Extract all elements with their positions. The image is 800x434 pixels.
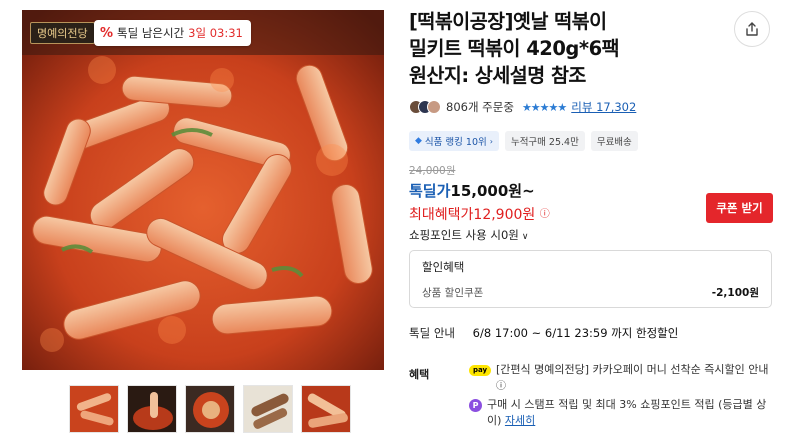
info-icon[interactable]: ⓘ — [496, 381, 506, 392]
thumbnail-3[interactable] — [185, 385, 235, 433]
hall-of-fame-badge: 명예의전당 — [30, 22, 95, 44]
product-tags: ◆ 식품 랭킹 10위 › 누적구매 25.4만 무료배송 — [409, 131, 638, 151]
get-coupon-button[interactable]: 쿠폰 받기 — [706, 193, 773, 223]
thumbnail-4[interactable] — [243, 385, 293, 433]
deal-price-label: 톡딜가 — [409, 182, 451, 200]
details-link[interactable]: 자세히 — [505, 414, 535, 427]
original-price: 24,000원 — [409, 165, 456, 177]
chevron-down-icon: ∨ — [521, 232, 529, 242]
free-shipping-tag: 무료배송 — [590, 131, 638, 151]
product-info-panel: [떡볶이공장]옛날 떡볶이 밀키트 떡볶이 420g*6팩 원산지: 상세설명 … — [409, 8, 779, 427]
thumbnail-1[interactable] — [69, 385, 119, 433]
rating-stars: ★★★★★ — [521, 100, 567, 114]
share-icon — [746, 22, 758, 36]
benefits-list: pay [간편식 명예의전당] 카카오페이 머니 선착순 즉시할인 안내 ⓘ P… — [469, 362, 774, 431]
points-usage-toggle[interactable]: 쇼핑포인트 사용 시0원 ∨ — [409, 227, 528, 243]
thumbnail-2[interactable] — [127, 385, 177, 433]
points-icon: P — [469, 399, 482, 412]
coupon-discount-label: 상품 할인쿠폰 — [422, 287, 484, 299]
timer-label: 톡딜 남은시간 — [117, 26, 185, 40]
food-ranking-tag[interactable]: ◆ 식품 랭킹 10위 › — [409, 131, 499, 151]
thumbnail-5[interactable] — [301, 385, 351, 433]
deal-notice-label: 톡딜 안내 — [409, 326, 455, 340]
buyer-avatars — [409, 100, 441, 114]
review-link[interactable]: 리뷰 17,302 — [571, 99, 636, 115]
max-benefit-label: 최대혜택가 — [409, 207, 474, 223]
share-button[interactable] — [734, 11, 770, 47]
avatar — [427, 100, 441, 114]
max-benefit-value: 12,900원 — [473, 207, 536, 223]
max-benefit-price: 최대혜택가12,900원 ⓘ — [409, 204, 550, 224]
coupon-discount-amount: -2,100원 — [711, 287, 759, 299]
deal-notice-row: 톡딜 안내 6/8 17:00 ~ 6/11 23:59 까지 한정할인 — [409, 325, 678, 341]
cumulative-purchase-tag: 누적구매 25.4만 — [504, 131, 585, 151]
deal-timer-badge: % 톡딜 남은시간 3일 03:31 — [94, 20, 251, 46]
timer-value: 3일 03:31 — [188, 26, 243, 40]
deal-price: 톡딜가15,000원~ — [409, 180, 535, 201]
benefits-label: 혜택 — [409, 368, 430, 381]
review-row: 806개 주문중 ★★★★★ 리뷰 17,302 — [409, 99, 636, 115]
thumbnail-strip — [69, 385, 351, 433]
deal-price-value: 15,000원~ — [450, 182, 535, 200]
benefit-text: [간편식 명예의전당] 카카오페이 머니 선착순 즉시할인 안내 ⓘ — [496, 363, 769, 392]
discount-heading: 할인혜택 — [422, 260, 465, 274]
food-ranking-label: 식품 랭킹 10위 — [424, 137, 487, 148]
chevron-right-icon: › — [489, 136, 493, 146]
benefit-item-points: P 구매 시 스탬프 적립 및 최대 3% 쇼핑포인트 적립 (등급별 상이) … — [469, 397, 774, 429]
order-count: 806개 주문중 — [446, 100, 514, 114]
coupon-discount-row: 상품 할인쿠폰 -2,100원 — [422, 285, 759, 300]
product-title: [떡볶이공장]옛날 떡볶이 밀키트 떡볶이 420g*6팩 원산지: 상세설명 … — [409, 10, 620, 87]
ranking-icon: ◆ — [415, 136, 422, 146]
benefit-text: 구매 시 스탬프 적립 및 최대 3% 쇼핑포인트 적립 (등급별 상이) 자세… — [487, 398, 767, 427]
discount-benefit-box: 할인혜택 상품 할인쿠폰 -2,100원 — [409, 250, 772, 308]
points-usage-label: 쇼핑포인트 사용 시0원 — [409, 228, 519, 242]
product-main-image: 명예의전당 % 톡딜 남은시간 3일 03:31 — [22, 10, 384, 370]
percent-icon: % — [100, 25, 114, 41]
kakaopay-icon: pay — [469, 365, 491, 376]
info-icon[interactable]: ⓘ — [540, 209, 550, 220]
benefit-item-kakaopay: pay [간편식 명예의전당] 카카오페이 머니 선착순 즉시할인 안내 ⓘ — [469, 362, 774, 395]
tteokbokki-photo — [22, 10, 384, 370]
deal-notice-value: 6/8 17:00 ~ 6/11 23:59 까지 한정할인 — [472, 326, 679, 340]
